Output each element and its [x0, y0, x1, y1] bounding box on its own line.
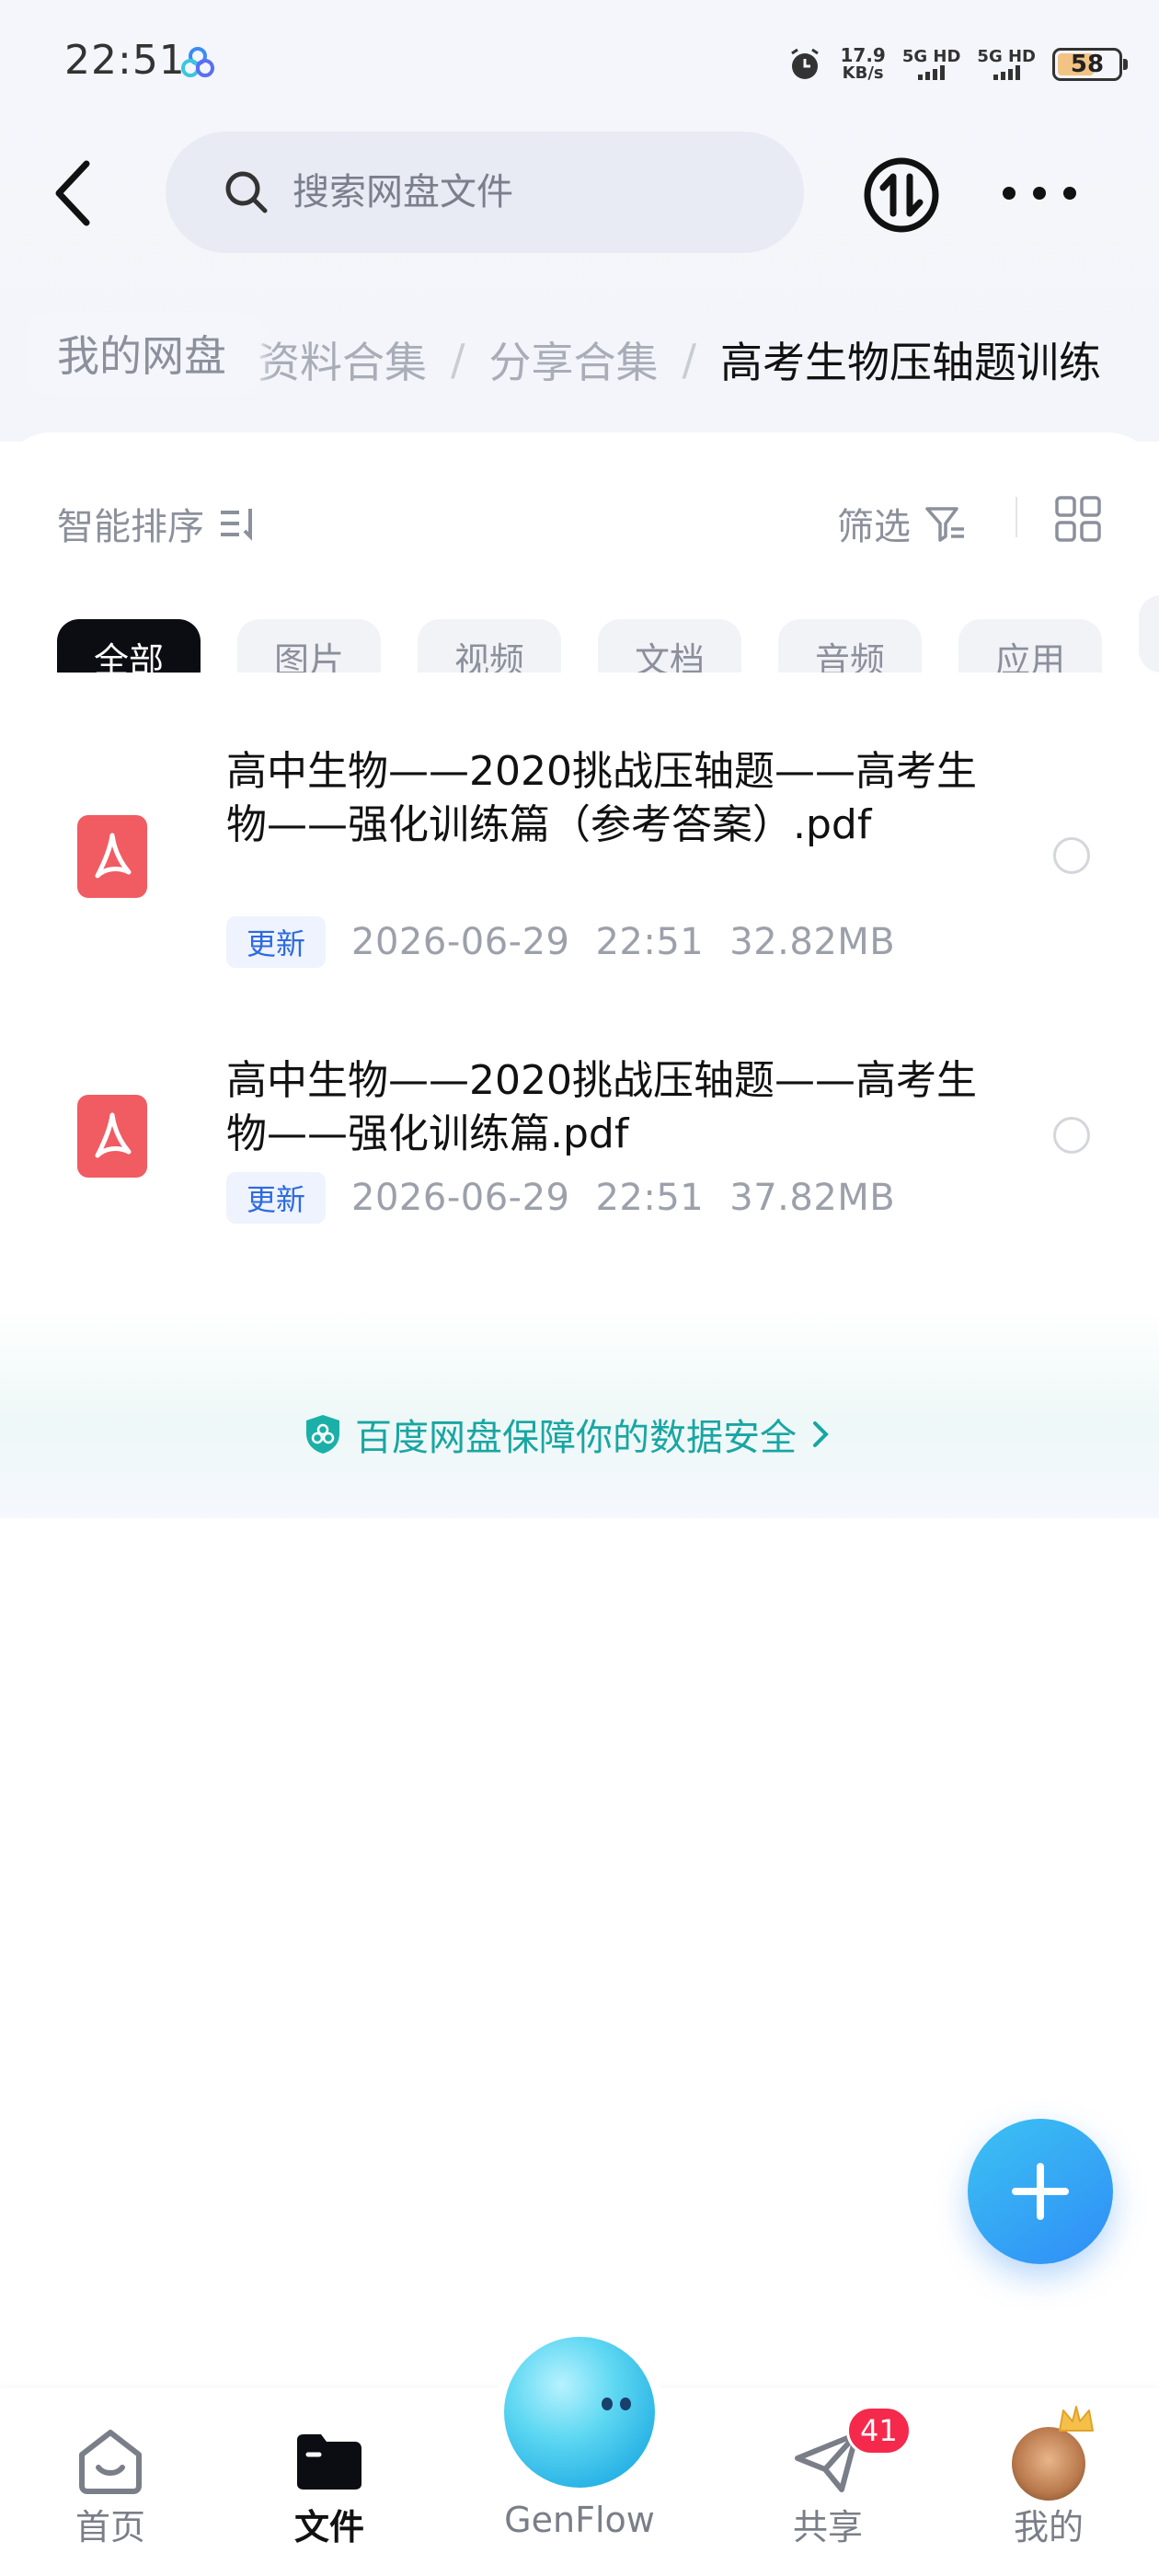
data-security-link[interactable]: 百度网盘保障你的数据安全: [304, 1408, 832, 1461]
home-icon: [79, 2430, 142, 2494]
data-security-text: 百度网盘保障你的数据安全: [355, 1417, 797, 1459]
nav-home[interactable]: 首页: [28, 2388, 193, 2576]
avatar[interactable]: [1012, 2427, 1085, 2501]
chip-all[interactable]: 全部: [57, 618, 201, 673]
breadcrumb-item[interactable]: 资料合集: [258, 329, 427, 390]
nav-share-label: 共享: [792, 2507, 863, 2547]
search-bar[interactable]: [166, 132, 804, 253]
search-icon: [225, 171, 268, 213]
status-time: 22:51: [64, 37, 186, 84]
battery-indicator: 58: [1052, 48, 1128, 81]
chip-audio[interactable]: 音频: [778, 618, 922, 673]
chip-documents[interactable]: 文档: [598, 618, 741, 673]
breadcrumb-trail: 资料合集 / 分享合集 / 高考生物压轴题训练: [258, 329, 1101, 390]
filter-label: 筛选: [837, 506, 911, 548]
breadcrumb-separator: /: [451, 335, 465, 385]
add-button[interactable]: [968, 2119, 1113, 2264]
file-meta: 更新 2026-06-29 22:51 37.82MB: [226, 1172, 895, 1224]
nav-files-label: 文件: [293, 2507, 364, 2547]
alarm-icon: [791, 48, 820, 79]
toolbar-divider: [1016, 497, 1017, 537]
signal-sim1: 5G HD: [902, 49, 961, 80]
category-chips: 全部 图片 视频 文档 音频 应用: [57, 595, 1159, 673]
file-time: 22:51: [595, 921, 705, 963]
chevron-right-icon: [813, 1421, 829, 1447]
pdf-icon: [77, 815, 147, 898]
file-time: 22:51: [595, 1177, 705, 1219]
signal-bars-icon: [977, 65, 1036, 80]
back-arrow-icon[interactable]: [46, 156, 101, 230]
file-name: 高中生物——2020挑战压轴题——高考生物——强化训练篇（参考答案）.pdf: [226, 748, 977, 848]
signal-sim2: 5G HD: [977, 49, 1036, 80]
share-notification-badge: 41: [846, 2406, 912, 2455]
shield-icon: [306, 1415, 339, 1454]
chip-apps[interactable]: 应用: [958, 618, 1102, 673]
search-input[interactable]: [293, 171, 752, 213]
plus-icon: [1012, 2163, 1069, 2220]
transfer-icon[interactable]: [863, 156, 940, 234]
update-badge: 更新: [226, 1172, 327, 1224]
file-date: 2026-06-29: [351, 921, 570, 963]
breadcrumb-current: 高考生物压轴题训练: [720, 338, 1101, 387]
breadcrumb: 资料合集 / 分享合集 / 高考生物压轴题训练 我的网盘: [28, 313, 1159, 405]
filter-icon: [925, 507, 964, 542]
chip-more[interactable]: [1139, 595, 1159, 673]
breadcrumb-item[interactable]: 分享合集: [489, 329, 659, 390]
genflow-mascot-icon[interactable]: [504, 2337, 655, 2488]
more-options-icon[interactable]: [1003, 175, 1076, 212]
sort-button[interactable]: 智能排序: [57, 497, 258, 550]
nav-genflow-label[interactable]: GenFlow: [478, 2500, 681, 2540]
select-checkbox[interactable]: [1053, 837, 1090, 874]
file-name: 高中生物——2020挑战压轴题——高考生物——强化训练篇.pdf: [226, 1057, 977, 1157]
nav-me-label: 我的: [1013, 2507, 1084, 2547]
file-meta: 更新 2026-06-29 22:51 32.82MB: [226, 916, 895, 968]
nav-files[interactable]: 文件: [247, 2388, 412, 2576]
breadcrumb-root[interactable]: 我的网盘: [28, 313, 256, 394]
status-indicators: 17.9 KB/s 5G HD 5G HD 58: [786, 37, 1128, 92]
sort-label: 智能排序: [57, 506, 204, 548]
file-size: 32.82MB: [729, 921, 896, 963]
folder-icon: [297, 2434, 361, 2490]
net-speed: 17.9 KB/s: [840, 44, 886, 83]
file-date: 2026-06-29: [351, 1177, 570, 1219]
chip-images[interactable]: 图片: [237, 618, 381, 673]
filter-button[interactable]: 筛选: [837, 497, 968, 550]
breadcrumb-separator: /: [682, 335, 697, 385]
list-item[interactable]: 高中生物——2020挑战压轴题——高考生物——强化训练篇（参考答案）.pdf 更…: [0, 736, 1159, 975]
update-badge: 更新: [226, 916, 327, 968]
signal-bars-icon: [902, 65, 961, 80]
chip-videos[interactable]: 视频: [418, 618, 561, 673]
select-checkbox[interactable]: [1053, 1117, 1090, 1154]
crown-icon: [1059, 2406, 1094, 2432]
baidu-cloud-icon: [181, 47, 214, 77]
status-bar: 22:51 17.9 KB/s 5G HD 5G HD 58: [0, 0, 1159, 120]
sort-icon: [221, 509, 252, 541]
grid-view-icon[interactable]: [1054, 495, 1102, 543]
file-size: 37.82MB: [729, 1177, 896, 1219]
nav-home-label: 首页: [75, 2507, 145, 2547]
list-item[interactable]: 高中生物——2020挑战压轴题——高考生物——强化训练篇.pdf 更新 2026…: [0, 1049, 1159, 1233]
pdf-icon: [77, 1095, 147, 1178]
